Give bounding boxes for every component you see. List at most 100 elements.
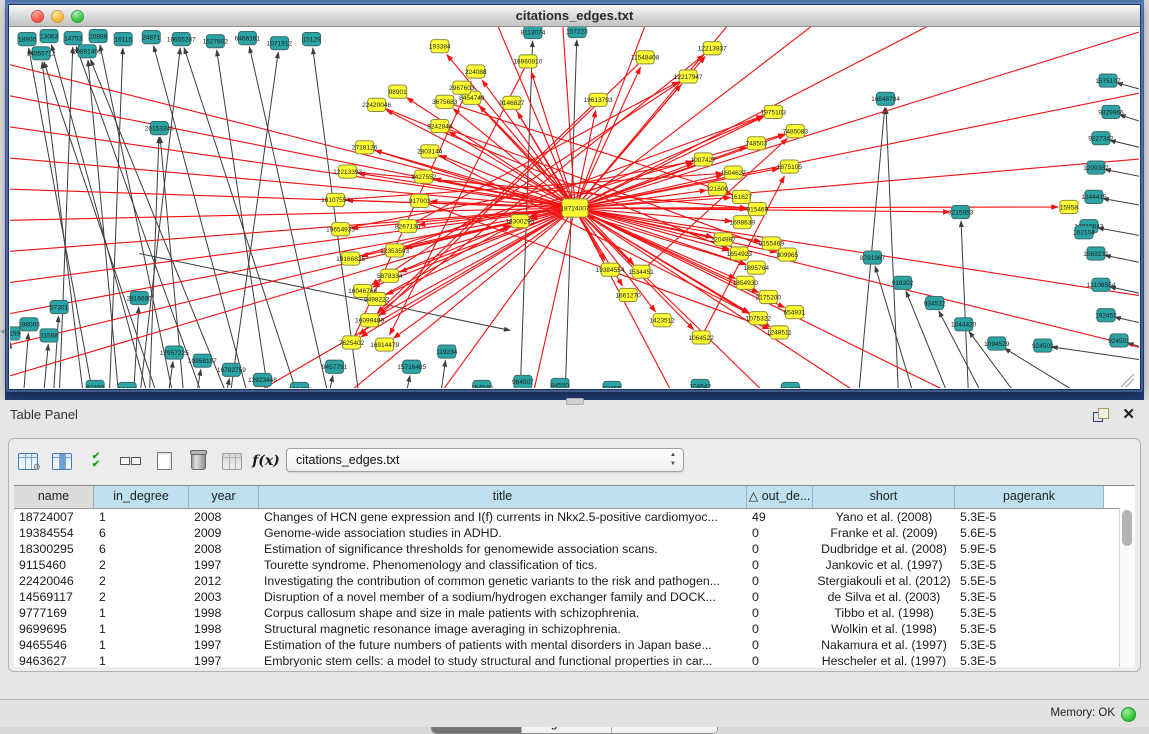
memory-status-icon	[1121, 707, 1136, 722]
graph-edge	[229, 52, 278, 388]
network-window[interactable]: citations_edges.txt 18900130631475320898…	[8, 4, 1141, 390]
graph-edge	[575, 207, 1058, 208]
cell-title: Embryonic stem cells: a model to study s…	[259, 653, 747, 667]
cell-out-de-: 49	[747, 509, 813, 525]
cell-out-de-: 0	[747, 589, 813, 605]
column-header-in-degree[interactable]: in_degree	[94, 486, 189, 508]
table-toolbar: ⚙ ✔✔ f(x)	[17, 444, 277, 478]
graph-node-label: 1075322	[746, 316, 772, 323]
table-settings-icon[interactable]: ⚙	[17, 450, 39, 472]
column-settings-icon[interactable]	[51, 450, 73, 472]
table-selector-value: citations_edges.txt	[296, 449, 400, 471]
column-header-short[interactable]: short	[813, 486, 955, 508]
table-row[interactable]: 1456911722003Disruption of a novel membe…	[14, 589, 1135, 605]
graph-edge	[53, 316, 58, 388]
graph-node-label: 92455	[603, 385, 621, 388]
status-bar: Memory: OK	[0, 699, 1149, 727]
delete-table-icon[interactable]	[187, 450, 209, 472]
table-row[interactable]: 969969511998Structural magnetic resonanc…	[14, 621, 1135, 637]
table-row[interactable]: 911546021997Tourette syndrome. Phenomeno…	[14, 557, 1135, 573]
selection-mode-icon[interactable]: ✔✔	[85, 450, 107, 472]
cell-in-degree: 1	[94, 637, 189, 653]
cell-name: 18300295	[14, 541, 94, 557]
graph-node-label: 19166825	[336, 256, 365, 263]
table-selector-dropdown[interactable]: citations_edges.txt ▲▼	[286, 448, 684, 472]
cell-year: 2008	[189, 541, 259, 557]
graph-node-label: 3215953	[948, 209, 974, 216]
graph-node-label: 12217947	[674, 74, 703, 81]
function-builder-icon[interactable]: f(x)	[255, 450, 277, 472]
cell-title: Investigating the contribution of common…	[259, 573, 747, 589]
network-canvas[interactable]: 1890013063147532089816115248711065528715…	[10, 27, 1139, 388]
graph-edge	[1103, 198, 1139, 209]
graph-edge	[1110, 140, 1139, 152]
graph-node-label: 104642	[689, 383, 711, 388]
row-height-icon[interactable]	[119, 450, 141, 472]
close-panel-icon[interactable]: ✕	[1122, 405, 1135, 423]
cell-in-degree: 1	[94, 509, 189, 525]
graph-node-label: 916202	[892, 280, 914, 287]
node-table: namein_degreeyeartitle△ out_de...shortpa…	[14, 485, 1135, 667]
graph-node-label: 164540	[471, 384, 493, 388]
graph-node-label: 10455	[118, 386, 136, 388]
graph-node-label: 1071912	[267, 40, 293, 47]
table-row[interactable]: 1872400712008Changes of HCN gene express…	[14, 509, 1135, 525]
graph-node-label: 12106554	[1086, 282, 1115, 289]
graph-node-label: 16960910	[513, 59, 542, 66]
graph-node-label: 16099489	[355, 318, 384, 325]
splitter-grip[interactable]	[566, 398, 584, 405]
cell-out-de-: 0	[747, 637, 813, 653]
graph-node-label: 1895764	[744, 265, 770, 272]
graph-node-label: 14753	[64, 35, 82, 42]
table-row[interactable]: 977716911998Corpus callosum shape and si…	[14, 605, 1135, 621]
graph-node-label: 2204987	[711, 237, 737, 244]
graph-node-label: 1044420	[951, 322, 977, 329]
scrollbar-thumb[interactable]	[1122, 510, 1132, 546]
cell-name: 9115460	[14, 557, 94, 573]
column-header-year[interactable]: year	[189, 486, 259, 508]
graph-node-label: 15716485	[397, 364, 426, 371]
graph-node-label: 16115	[114, 36, 132, 43]
cell-in-degree: 2	[94, 573, 189, 589]
table-row[interactable]: 2242004622012Investigating the contribut…	[14, 573, 1135, 589]
cell-short: Jankovic et al. (1997)	[813, 557, 955, 573]
table-body: 1872400712008Changes of HCN gene express…	[14, 509, 1135, 667]
vertical-scrollbar[interactable]	[1119, 508, 1135, 667]
graph-edge	[575, 27, 1139, 208]
graph-node-label: 2803144	[417, 149, 443, 156]
table-row[interactable]: 1938455462009Genome-wide association stu…	[14, 525, 1135, 541]
table-row[interactable]: 1830029562008Estimation of significance …	[14, 541, 1135, 557]
network-canvas-svg: 1890013063147532089816115248711065528715…	[10, 27, 1139, 388]
float-panel-icon[interactable]	[1093, 408, 1109, 422]
cell-title: Changes of HCN gene expression and I(f) …	[259, 509, 747, 525]
graph-node-label: 13063	[40, 33, 58, 40]
network-window-titlebar[interactable]: citations_edges.txt	[9, 5, 1140, 27]
graph-node-label: 19384554	[596, 267, 625, 274]
table-panel-box: ⚙ ✔✔ f(x) citations_edges.txt ▲▼ namein_…	[8, 438, 1141, 672]
graph-node-label: 8267130	[395, 224, 421, 231]
graph-node-label: 16782759	[217, 367, 246, 374]
cell-pagerank: 5.3E-5	[955, 637, 1104, 653]
cell-in-degree: 1	[94, 605, 189, 621]
column-header-out-de-[interactable]: △ out_de...	[747, 486, 813, 508]
graph-node-label: 3427552	[411, 174, 437, 181]
graph-node-label: 16648784	[871, 96, 900, 103]
graph-node-label: 9146827	[499, 100, 525, 107]
cell-title: Estimation of significance thresholds fo…	[259, 541, 747, 557]
cell-out-de-: 0	[747, 541, 813, 557]
graph-node-label: 1064522	[689, 335, 715, 342]
new-table-icon[interactable]	[153, 450, 175, 472]
column-header-title[interactable]: title	[259, 486, 747, 508]
column-header-name[interactable]: name	[14, 486, 94, 508]
graph-node-label: 984507	[512, 379, 534, 386]
table-row[interactable]: 946554611997Estimation of the future num…	[14, 637, 1135, 653]
cell-pagerank: 5.5E-5	[955, 573, 1104, 589]
graph-node-label: 9457791	[322, 364, 348, 371]
graph-node-label: 94550	[551, 382, 569, 388]
panel-collapse-arrow-icon[interactable]: ◂	[0, 324, 5, 338]
column-header-pagerank[interactable]: pagerank	[955, 486, 1104, 508]
graph-edge	[886, 108, 899, 388]
graph-node-label: 17957225	[160, 350, 189, 357]
graph-node-label: 109452	[289, 386, 311, 388]
table-row[interactable]: 946362711997Embryonic stem cells: a mode…	[14, 653, 1135, 667]
